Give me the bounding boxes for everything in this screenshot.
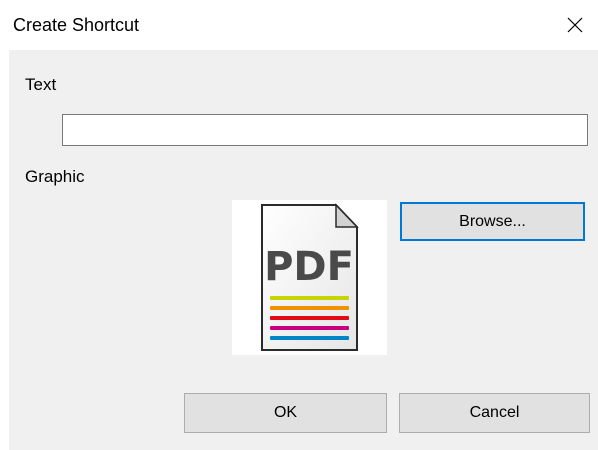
pdf-icon-stripe bbox=[270, 316, 349, 320]
pdf-icon-stripe bbox=[270, 296, 349, 300]
create-shortcut-dialog: Create Shortcut Text Graphic PDF Browse.… bbox=[0, 0, 598, 450]
pdf-file-icon: PDF bbox=[261, 203, 359, 351]
title-bar: Create Shortcut bbox=[0, 0, 598, 50]
cancel-button[interactable]: Cancel bbox=[399, 393, 590, 433]
pdf-icon-text: PDF bbox=[264, 244, 354, 290]
pdf-icon-stripe bbox=[270, 326, 349, 330]
browse-button[interactable]: Browse... bbox=[400, 202, 585, 241]
ok-button[interactable]: OK bbox=[184, 393, 387, 433]
window-title: Create Shortcut bbox=[13, 15, 140, 35]
text-label: Text bbox=[25, 75, 57, 94]
text-input[interactable] bbox=[62, 114, 588, 146]
dialog-content: Text Graphic PDF Browse... OK Cancel bbox=[9, 50, 598, 450]
graphic-label: Graphic bbox=[25, 167, 85, 186]
close-button[interactable] bbox=[552, 0, 598, 50]
pdf-icon-stripe bbox=[270, 336, 349, 340]
graphic-preview: PDF bbox=[232, 200, 387, 355]
pdf-icon-stripe bbox=[270, 306, 349, 310]
close-icon bbox=[567, 17, 583, 33]
